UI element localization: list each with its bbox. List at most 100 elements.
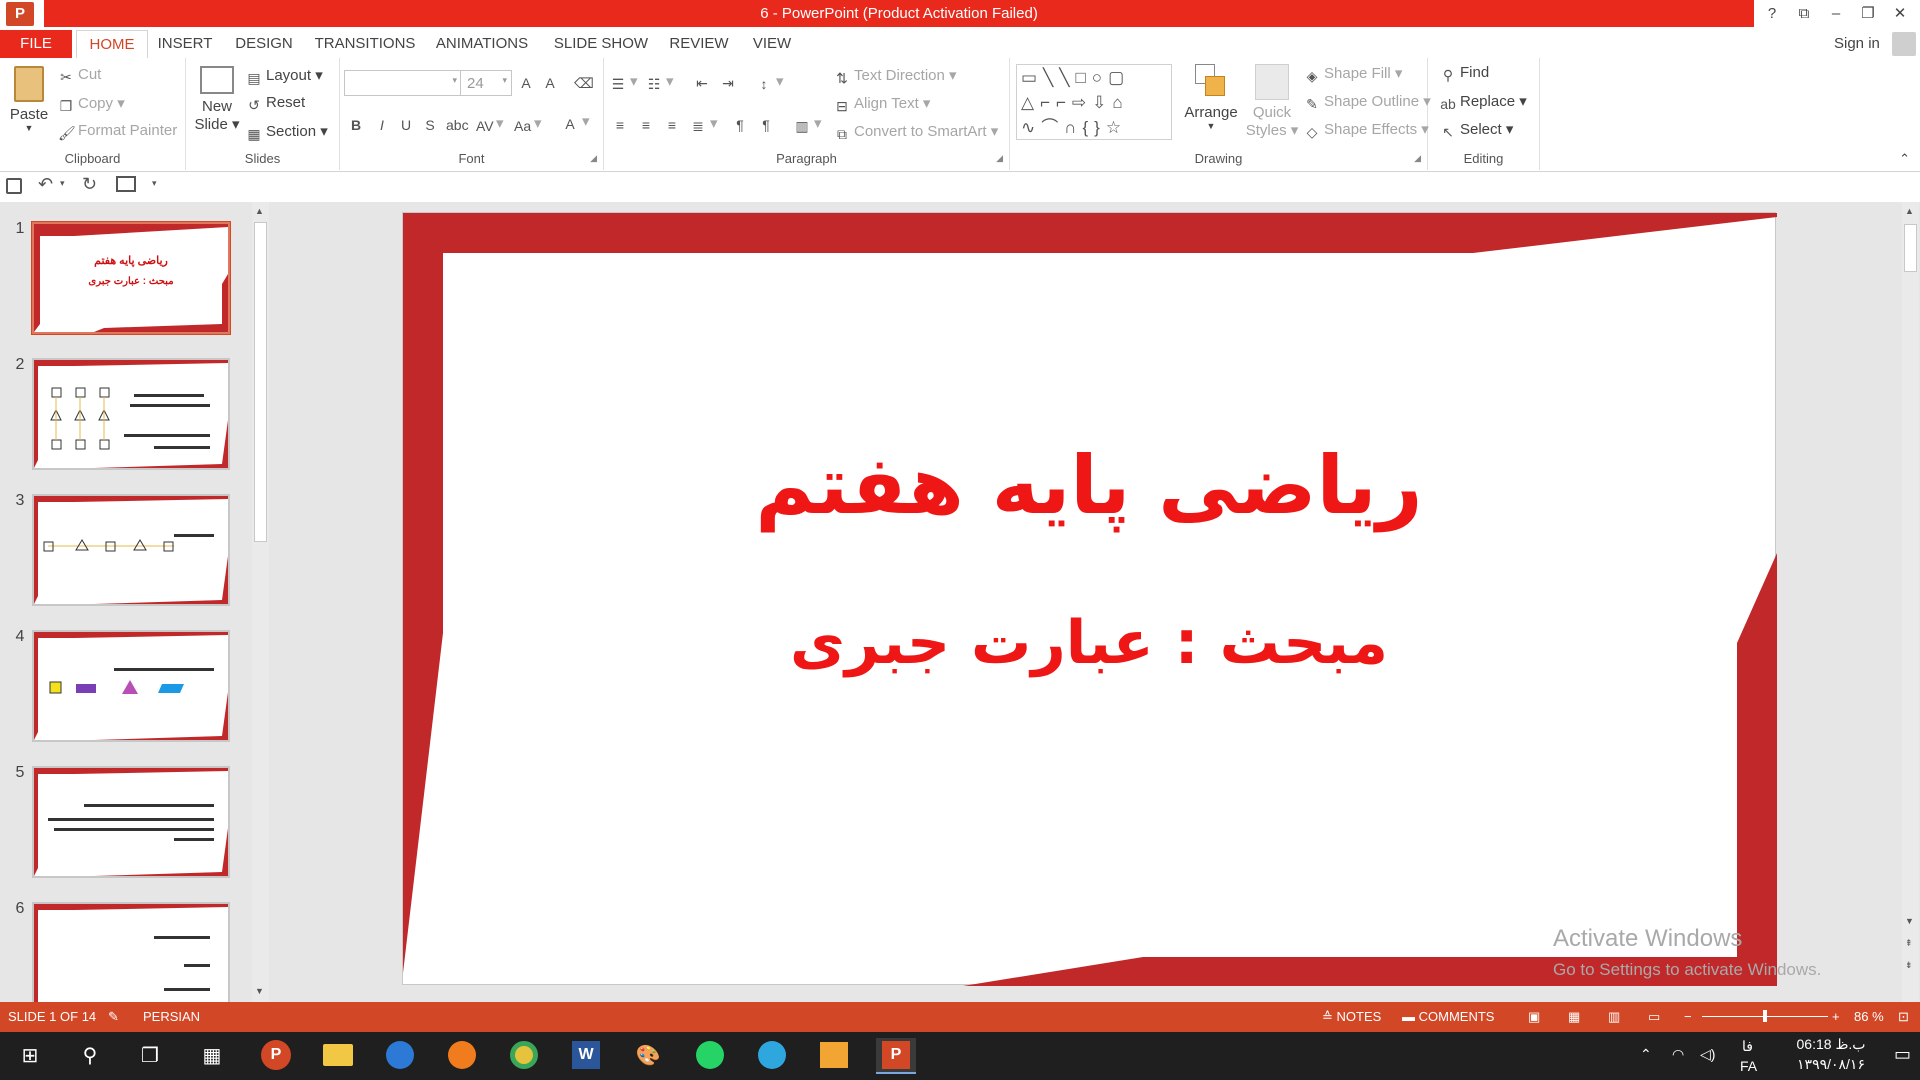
character-spacing-button[interactable]: AV ▾ [476, 114, 504, 134]
select-button[interactable]: ↖ Select ▾ [1440, 120, 1513, 140]
slide-scroll-down-icon[interactable]: ▼ [1905, 916, 1914, 926]
wifi-icon[interactable]: ◠ [1672, 1046, 1684, 1063]
align-right-button[interactable]: ≡ [664, 114, 684, 133]
spell-check-icon[interactable]: ✎ [108, 1002, 119, 1032]
tab-insert[interactable]: INSERT [152, 30, 218, 58]
slide-scroll-up-icon[interactable]: ▲ [1905, 206, 1914, 216]
slide-subtitle[interactable]: مبحث : عبارت جبری [403, 608, 1775, 678]
bold-button[interactable]: B [348, 114, 368, 133]
shapes-gallery[interactable]: ▭╲╲□○▢ △⌐⌐⇨⇩⌂ ∿⌒∩{}☆ [1016, 64, 1172, 140]
layout-button[interactable]: ▤ Layout ▾ [246, 66, 322, 86]
strikethrough-button[interactable]: abc [446, 114, 469, 133]
quick-styles-button[interactable]: Quick Styles ▾ [1244, 64, 1300, 139]
close-button[interactable]: ✕ [1884, 0, 1916, 27]
app-p-icon[interactable]: P [256, 1038, 296, 1074]
media-player-icon[interactable] [814, 1038, 854, 1074]
zoom-out-icon[interactable]: − [1684, 1002, 1692, 1032]
search-icon[interactable]: ⚲ [70, 1038, 110, 1074]
scroll-up-icon[interactable]: ▲ [255, 206, 264, 216]
cut-button[interactable]: ✂ Cut [58, 66, 101, 85]
zoom-level[interactable]: 86 % [1854, 1002, 1884, 1032]
thumbnail-scroll-thumb[interactable] [254, 222, 267, 542]
shadow-button[interactable]: S [422, 114, 442, 133]
columns-button[interactable]: ▥ ▾ [794, 114, 821, 134]
tab-slide-show[interactable]: SLIDE SHOW [548, 30, 654, 58]
help-button[interactable]: ? [1756, 0, 1788, 27]
thumbnail-scrollbar[interactable]: ▲ ▼ [252, 202, 269, 1002]
notification-center-icon[interactable]: ▭ [1894, 1044, 1911, 1065]
tab-file[interactable]: FILE [0, 30, 72, 58]
font-color-button[interactable]: A ▾ [562, 112, 589, 132]
volume-icon[interactable]: ◁) [1700, 1046, 1715, 1063]
whatsapp-icon[interactable] [690, 1038, 730, 1074]
slide-vertical-scrollbar[interactable]: ▲ ▼ ⇞ ⇟ [1902, 202, 1919, 1002]
keyboard-language-persian[interactable]: فا [1742, 1038, 1753, 1055]
previous-slide-icon[interactable]: ⇞ [1905, 938, 1913, 949]
tab-animations[interactable]: ANIMATIONS [430, 30, 534, 58]
font-name-select[interactable]: ▾ [344, 70, 462, 96]
chrome-icon[interactable] [504, 1038, 544, 1074]
comments-button[interactable]: ▬ COMMENTS [1402, 1002, 1494, 1032]
shape-fill-button[interactable]: ◈ Shape Fill ▾ [1304, 64, 1403, 84]
scroll-down-icon[interactable]: ▼ [255, 986, 264, 996]
justify-button[interactable]: ≣ ▾ [690, 114, 717, 134]
task-view-icon[interactable]: ❐ [130, 1038, 170, 1074]
new-slide-button[interactable]: New Slide ▾ [194, 66, 240, 133]
fit-to-window-icon[interactable]: ⊡ [1898, 1002, 1909, 1032]
reset-button[interactable]: ↺ Reset [246, 94, 305, 113]
file-explorer-icon[interactable] [318, 1038, 358, 1074]
increase-indent-button[interactable]: ⇥ [720, 72, 740, 91]
rtl-button[interactable]: ¶ [758, 114, 778, 133]
slideshow-view-icon[interactable]: ▭ [1648, 1002, 1660, 1032]
underline-button[interactable]: U [398, 114, 418, 133]
slide-sorter-icon[interactable]: ▦ [1568, 1002, 1580, 1032]
powerpoint-taskbar-icon[interactable]: P [876, 1038, 916, 1074]
minimize-button[interactable]: – [1820, 0, 1852, 27]
change-case-button[interactable]: Aa ▾ [514, 114, 542, 134]
restore-button[interactable]: ❐ [1852, 0, 1884, 27]
clock-time[interactable]: 06:18 ب.ظ [1776, 1036, 1886, 1053]
section-button[interactable]: ▦ Section ▾ [246, 122, 327, 142]
align-text-button[interactable]: ⊟ Align Text ▾ [834, 94, 930, 114]
sign-in-link[interactable]: Sign in [1834, 30, 1880, 58]
powerpoint-app-icon[interactable]: P [6, 2, 34, 26]
windows-start-icon[interactable]: ⊞ [10, 1038, 50, 1074]
bullets-button[interactable]: ☰ ▾ [610, 72, 638, 92]
next-slide-icon[interactable]: ⇟ [1905, 960, 1913, 971]
slide-thumbnail-3[interactable] [32, 494, 230, 606]
shape-outline-button[interactable]: ✎ Shape Outline ▾ [1304, 92, 1431, 112]
tab-transitions[interactable]: TRANSITIONS [310, 30, 420, 58]
numbering-button[interactable]: ☷ ▾ [646, 72, 674, 92]
reading-view-icon[interactable]: ▥ [1608, 1002, 1620, 1032]
decrease-indent-button[interactable]: ⇤ [694, 72, 714, 91]
ltr-button[interactable]: ¶ [732, 114, 752, 133]
shrink-font-button[interactable]: A [542, 72, 562, 91]
customize-qat-icon[interactable]: ▾ [152, 178, 157, 189]
redo-icon[interactable]: ↻ [82, 174, 97, 195]
notes-button[interactable]: ≙ NOTES [1322, 1002, 1381, 1032]
paint-icon[interactable]: 🎨 [628, 1038, 668, 1074]
slide-thumbnail-4[interactable] [32, 630, 230, 742]
format-painter-button[interactable]: 🖌 Format Painter [58, 122, 177, 141]
slide-title[interactable]: ریاضی پایه هفتم [403, 439, 1775, 532]
zoom-in-icon[interactable]: + [1832, 1002, 1840, 1032]
firefox-icon[interactable] [442, 1038, 482, 1074]
show-hidden-icons-icon[interactable]: ⌃ [1640, 1046, 1652, 1063]
center-button[interactable]: ≡ [638, 114, 658, 133]
italic-button[interactable]: I [374, 114, 394, 133]
slide-thumbnail-6[interactable] [32, 902, 230, 1002]
calculator-icon[interactable]: ▦ [192, 1038, 232, 1074]
collapse-ribbon-icon[interactable]: ⌃ [1899, 151, 1910, 167]
align-left-button[interactable]: ≡ [612, 114, 632, 133]
tab-view[interactable]: VIEW [744, 30, 800, 58]
edge-browser-icon[interactable] [380, 1038, 420, 1074]
slide-thumbnail-5[interactable] [32, 766, 230, 878]
arrange-button[interactable]: Arrange ▼ [1182, 64, 1240, 131]
text-direction-button[interactable]: ⇅ Text Direction ▾ [834, 66, 956, 86]
copy-button[interactable]: ❐ Copy ▾ [58, 94, 125, 114]
font-size-select[interactable]: 24 ▾ [460, 70, 512, 96]
save-icon[interactable] [6, 178, 22, 194]
keyboard-language-code[interactable]: FA [1740, 1058, 1757, 1074]
zoom-slider[interactable] [1702, 1010, 1828, 1022]
slide-thumbnail-2[interactable] [32, 358, 230, 470]
